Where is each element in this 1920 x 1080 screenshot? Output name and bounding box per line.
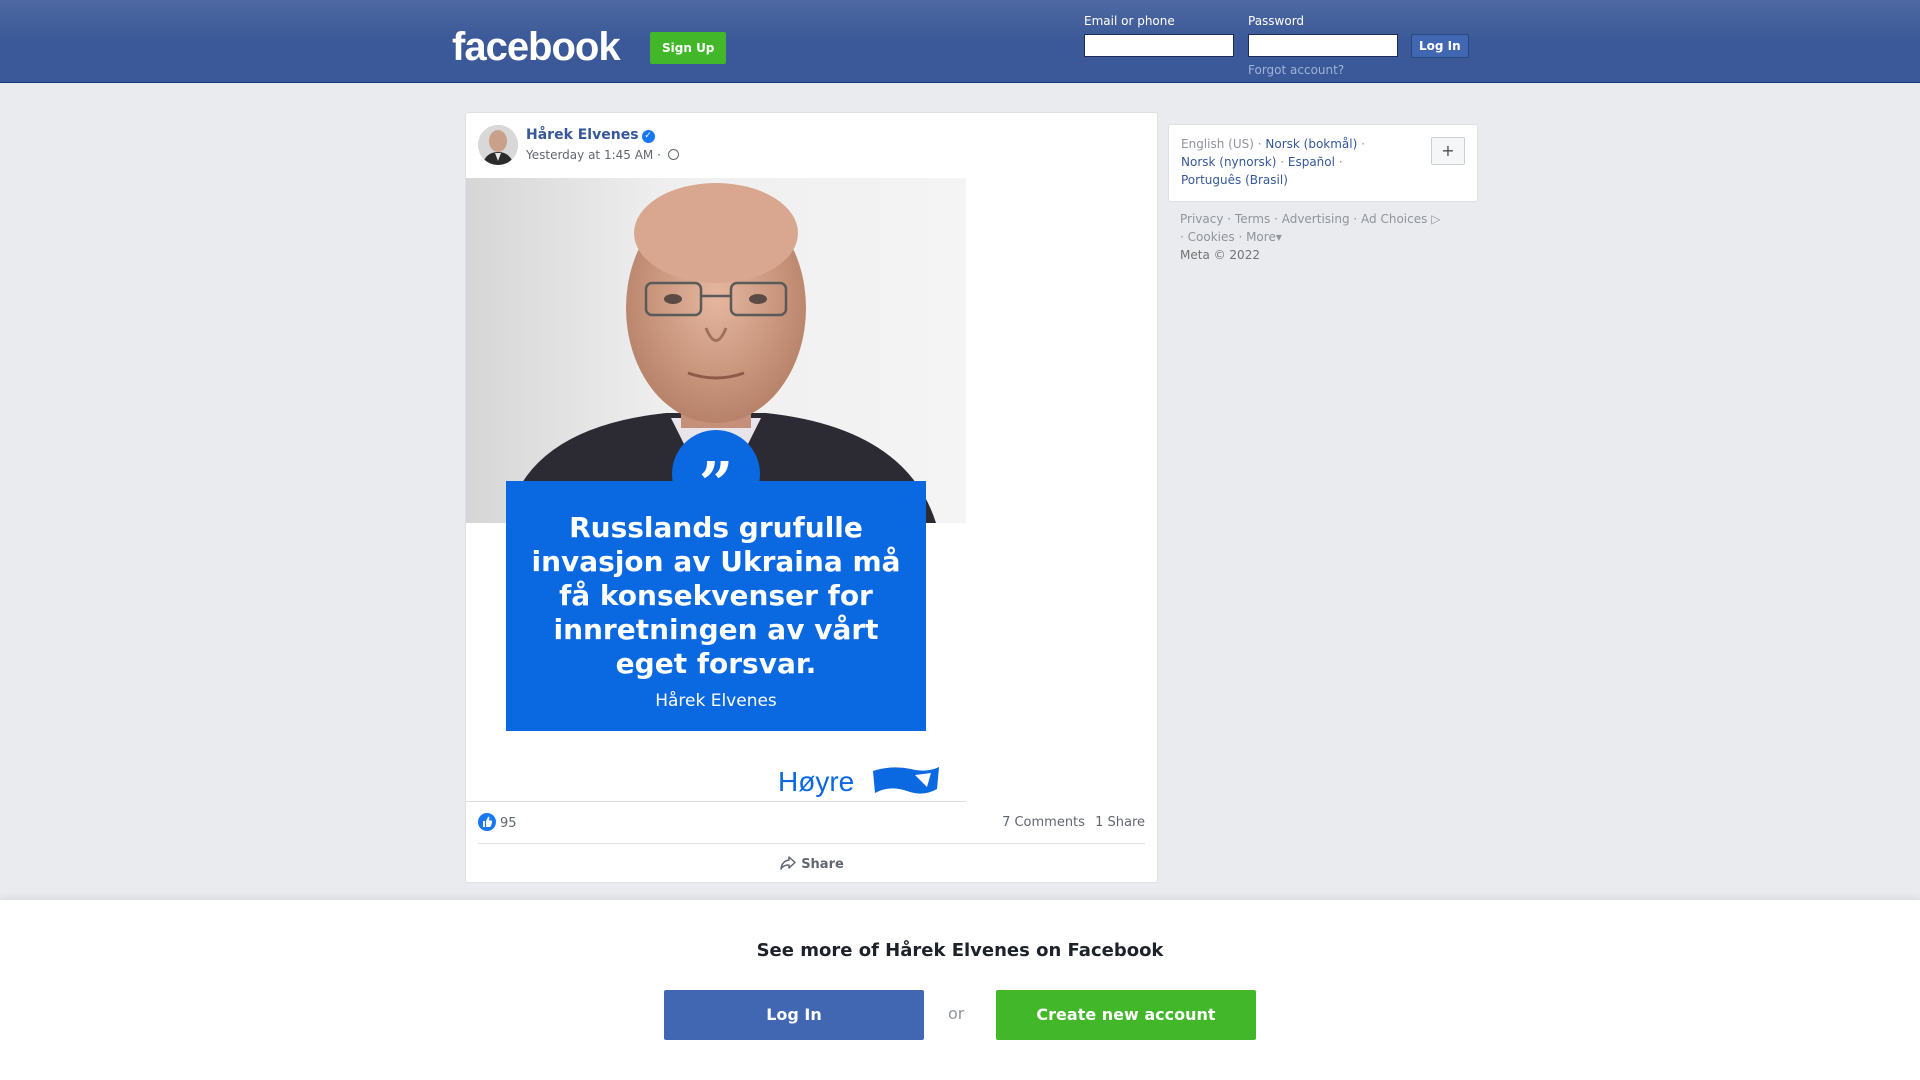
actions-divider [478,843,1145,844]
post-image[interactable]: ” Russlands grufulle invasjon av Ukraina… [466,178,966,800]
shares-count[interactable]: 1 Share [1095,815,1145,830]
footer-more[interactable]: More [1246,230,1276,244]
password-input[interactable] [1248,34,1398,57]
footer-links: Privacy · Terms · Advertising · Ad Choic… [1180,212,1441,262]
login-prompt-overlay: See more of Hårek Elvenes on Facebook Lo… [0,900,1920,1080]
globe-icon [667,149,679,160]
meta-separator: · [657,148,661,162]
quote-box: Russlands grufulle invasjon av Ukraina m… [506,481,926,731]
post-author[interactable]: Hårek Elvenes ✓ [526,127,655,143]
share-label: Share [801,857,844,872]
post-card: Hårek Elvenes ✓ Yesterday at 1:45 AM · R… [465,112,1158,883]
comments-count[interactable]: 7 Comments [1002,815,1085,830]
login-button[interactable]: Log In [1411,34,1469,58]
footer-ad-choices[interactable]: Ad Choices [1361,212,1427,226]
post-timestamp[interactable]: Yesterday at 1:45 AM [526,148,653,162]
reaction-count[interactable]: 95 [500,816,517,831]
password-label: Password [1248,14,1305,28]
ad-choices-icon: ▷ [1427,212,1441,226]
email-label: Email or phone [1084,14,1175,28]
language-link-norsk-nynorsk[interactable]: Norsk (nynorsk) [1181,155,1276,169]
avatar[interactable] [478,125,518,165]
login-prompt-title: See more of Hårek Elvenes on Facebook [756,940,1164,961]
party-logo-text: Høyre [778,766,855,797]
language-current: English (US) [1181,137,1254,151]
prompt-or-label: or [948,1004,965,1023]
language-link-portugues[interactable]: Português (Brasil) [1181,173,1288,187]
email-input[interactable] [1084,34,1234,57]
party-flag-icon [873,767,939,794]
quote-text: Russlands grufulle invasjon av Ukraina m… [531,511,901,680]
language-selector: English (US) · Norsk (bokmål) · Norsk (n… [1168,124,1478,202]
like-reaction-icon[interactable] [478,813,496,831]
share-icon [780,856,796,870]
prompt-login-button[interactable]: Log In [664,990,924,1040]
top-bar: facebook Sign Up Email or phone Password… [0,0,1920,83]
add-language-button[interactable]: + [1431,137,1465,165]
language-link-espanol[interactable]: Español [1288,155,1335,169]
verified-badge-icon: ✓ [641,130,655,143]
post-author-name[interactable]: Hårek Elvenes [526,127,639,143]
signup-button[interactable]: Sign Up [650,32,727,64]
more-dropdown-icon: ▾ [1275,230,1282,244]
create-account-button[interactable]: Create new account [996,990,1256,1040]
post-counts: 7 Comments 1 Share [996,815,1145,830]
share-button[interactable]: Share [466,855,1157,872]
post-stats: 95 7 Comments 1 Share [478,813,1145,837]
post-meta: Yesterday at 1:45 AM · [526,148,679,162]
footer-advertising[interactable]: Advertising [1282,212,1350,226]
footer-cookies[interactable]: Cookies [1188,230,1235,244]
forgot-account-link[interactable]: Forgot account? [1248,63,1344,77]
facebook-logo[interactable]: facebook [452,25,621,69]
language-link-norsk-bokmal[interactable]: Norsk (bokmål) [1265,137,1357,151]
copyright: Meta © 2022 [1180,248,1260,262]
image-divider [466,801,966,802]
avatar-image [478,125,518,165]
quote-author: Hårek Elvenes [655,691,777,711]
footer-privacy[interactable]: Privacy [1180,212,1223,226]
footer-terms[interactable]: Terms [1235,212,1270,226]
